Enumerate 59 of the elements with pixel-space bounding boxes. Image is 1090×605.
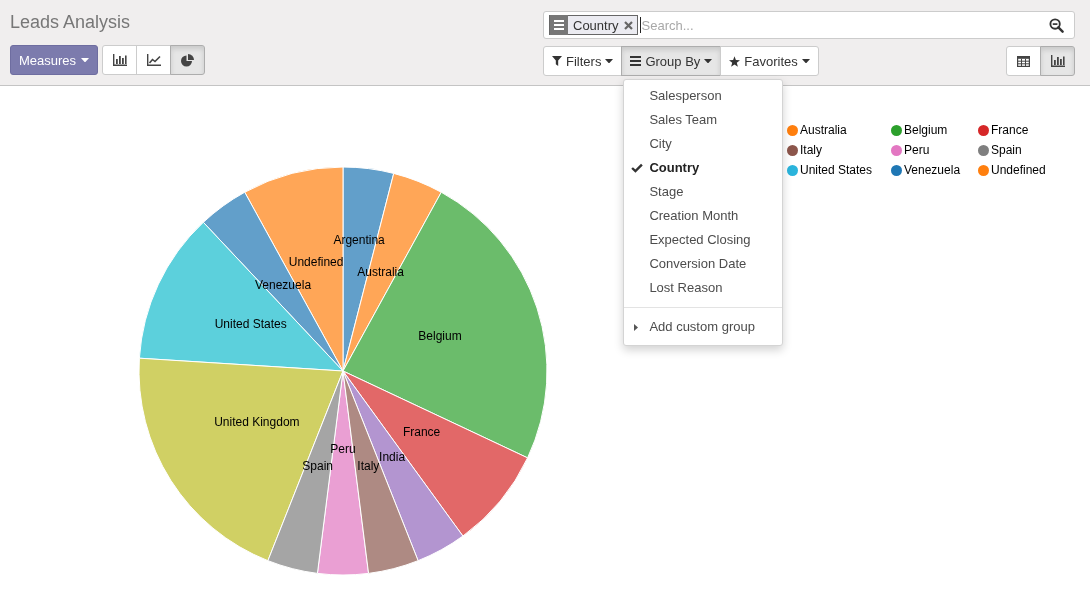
add-custom-group-item[interactable]: Add custom group — [624, 315, 783, 339]
caret-icon — [81, 57, 90, 63]
line-chart-icon — [146, 54, 161, 66]
menu-item[interactable]: Salesperson — [624, 84, 783, 108]
legend-label[interactable]: Belgium — [904, 123, 948, 137]
caret-icon — [605, 58, 614, 64]
menu-item[interactable]: Creation Month — [624, 204, 783, 228]
magnifier-minus-icon[interactable] — [1049, 17, 1064, 33]
graph-view-button[interactable] — [1040, 46, 1075, 76]
slice-label: Spain — [302, 459, 333, 473]
star-icon — [729, 55, 741, 67]
slice-label: Undefined — [288, 255, 344, 270]
pie-chart-icon — [181, 53, 195, 67]
bar-chart-icon — [112, 54, 127, 66]
facet-label: Country — [572, 17, 620, 33]
menu-item[interactable]: Lost Reason — [624, 276, 783, 300]
slice-label: Peru — [330, 441, 356, 456]
measures-button[interactable]: Measures — [10, 45, 99, 75]
bar-chart-button[interactable] — [102, 45, 138, 75]
menu-item[interactable]: Stage — [624, 180, 783, 204]
favorites-button[interactable]: Favorites — [720, 46, 819, 76]
menu-item[interactable]: Sales Team — [624, 108, 783, 132]
filters-button[interactable]: Filters — [543, 46, 623, 76]
page-title: Leads Analysis — [10, 11, 132, 34]
slice-label: Belgium — [418, 328, 462, 343]
caret-icon — [801, 58, 810, 64]
menu-item[interactable]: Country — [624, 156, 783, 180]
slice-label: United Kingdom — [214, 414, 300, 429]
menu-item[interactable]: Expected Closing — [624, 228, 783, 252]
text-cursor — [639, 17, 641, 33]
legend-label[interactable]: Undefined — [991, 163, 1046, 177]
bar-chart-icon — [1050, 55, 1065, 67]
caret-icon — [704, 58, 713, 64]
caret-right-icon — [634, 324, 639, 331]
legend-label[interactable]: Peru — [904, 143, 930, 157]
list-icon — [550, 15, 568, 35]
search-bar[interactable]: Country Search... — [543, 11, 1075, 39]
menu-item[interactable]: Conversion Date — [624, 252, 783, 276]
check-icon — [631, 163, 644, 173]
legend-label[interactable]: Spain — [991, 143, 1022, 157]
slice-label: United States — [214, 316, 287, 331]
list-icon — [630, 56, 642, 66]
legend-label[interactable]: Italy — [800, 143, 822, 157]
line-chart-button[interactable] — [136, 45, 172, 75]
pie-chart-button[interactable] — [170, 45, 206, 75]
legend-label[interactable]: France — [991, 123, 1029, 137]
legend-label[interactable]: Venezuela — [904, 163, 961, 177]
slice-label: France — [402, 425, 441, 440]
search-input[interactable]: Search... — [640, 15, 1049, 35]
group-by-button[interactable]: Group By — [621, 46, 722, 76]
menu-item[interactable]: City — [624, 132, 783, 156]
filter-icon — [552, 56, 562, 66]
table-view-button[interactable] — [1006, 46, 1041, 76]
remove-icon[interactable] — [623, 20, 633, 30]
table-icon — [1017, 55, 1030, 67]
legend-label[interactable]: United States — [800, 163, 873, 177]
slice-label: Italy — [357, 459, 380, 473]
slice-label: India — [379, 449, 406, 464]
legend-label[interactable]: Australia — [800, 123, 847, 137]
